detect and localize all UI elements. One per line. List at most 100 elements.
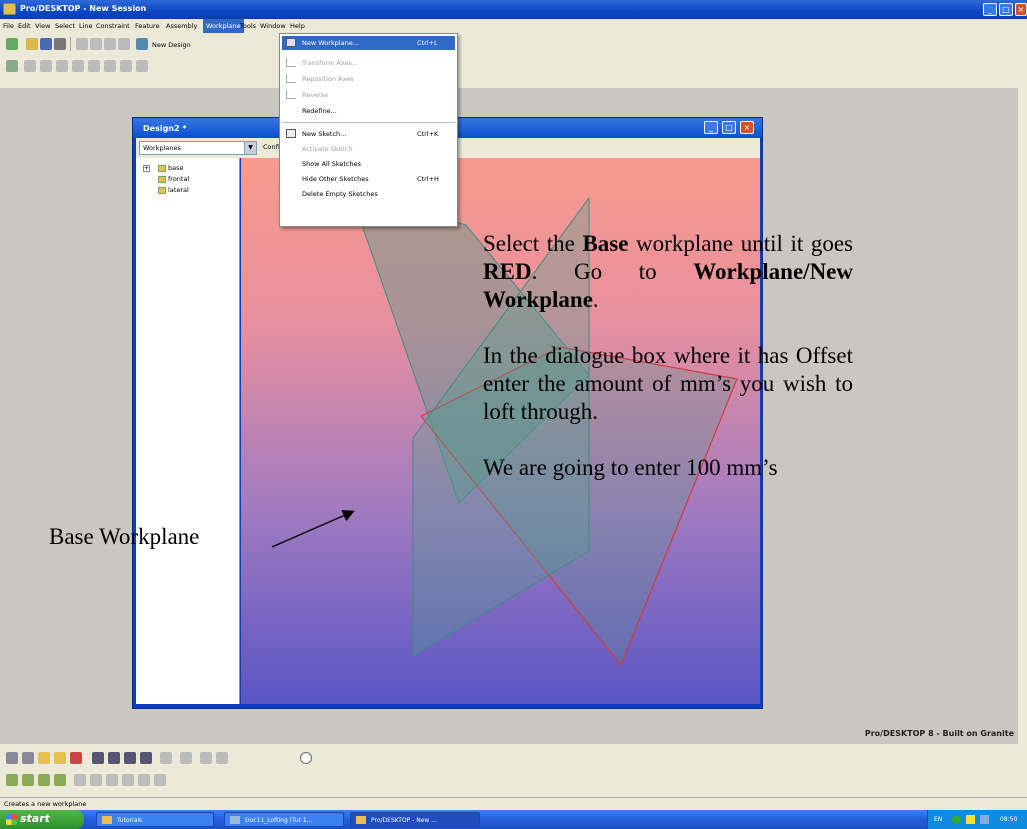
menu-item-redefine[interactable]: Redefine... [282, 104, 455, 118]
design-maximize-button[interactable]: □ [722, 121, 736, 134]
design-close-button[interactable]: × [740, 121, 754, 134]
save-icon[interactable] [40, 38, 52, 50]
pan-icon[interactable] [160, 752, 172, 764]
paste-icon[interactable] [104, 38, 116, 50]
revolve-icon[interactable] [22, 774, 34, 786]
reverse-icon [286, 90, 296, 99]
print-icon[interactable] [54, 38, 66, 50]
app-titlebar: Pro/DESKTOP - New Session _ □ × [0, 0, 1027, 19]
line-tool-icon[interactable] [24, 60, 36, 72]
menu-item-label: Reposition Axes [302, 75, 354, 83]
design-minimize-button[interactable]: _ [704, 121, 718, 134]
network-icon[interactable] [952, 815, 961, 824]
sweep-icon[interactable] [38, 774, 50, 786]
taskbar-item-tutorials[interactable]: Tutorials [96, 812, 214, 827]
menu-help[interactable]: Help [290, 22, 305, 30]
tree-item-frontal[interactable]: frontal [158, 175, 189, 183]
right-toolbar-strip [1018, 88, 1027, 744]
forward-icon[interactable] [216, 752, 228, 764]
menubar: File Edit View Select Line Constraint Fe… [0, 19, 1027, 33]
zoom-in-icon[interactable] [124, 752, 136, 764]
smiley-icon[interactable] [300, 752, 312, 764]
dimension-icon[interactable] [136, 60, 148, 72]
zoom-fit-icon[interactable] [108, 752, 120, 764]
constraint-icon[interactable] [40, 60, 52, 72]
feature-tool-icon[interactable] [154, 774, 166, 786]
menu-item-transform-axes[interactable]: Transform Axes... [282, 56, 455, 70]
zoom-out-icon[interactable] [140, 752, 152, 764]
menu-item-new-workplane[interactable]: New Workplane... Ctrl+L [282, 36, 455, 50]
browser-mode-select[interactable]: Workplanes ▼ [139, 141, 257, 155]
copy-icon[interactable] [90, 38, 102, 50]
tree-item-base[interactable]: base [158, 164, 184, 172]
menu-workplane[interactable]: Workplane [203, 19, 244, 33]
menu-assembly[interactable]: Assembly [166, 22, 197, 30]
delete-icon[interactable] [118, 38, 130, 50]
workplane-icon [158, 164, 166, 172]
maximize-button[interactable]: □ [999, 3, 1013, 16]
menu-item-delete-empty-sketches[interactable]: Delete Empty Sketches [282, 187, 455, 201]
cut-icon[interactable] [76, 38, 88, 50]
loft-icon[interactable] [54, 774, 66, 786]
language-indicator[interactable]: EN [934, 816, 942, 823]
circle-icon[interactable] [72, 60, 84, 72]
instruction-text-part: workplane until it goes [628, 231, 853, 256]
menu-edit[interactable]: Edit [18, 22, 31, 30]
feature-tool-icon[interactable] [106, 774, 118, 786]
feature-tool-icon[interactable] [74, 774, 86, 786]
taskbar-item-prodesktop[interactable]: Pro/DESKTOP - New ... [350, 812, 480, 827]
menu-file[interactable]: File [3, 22, 14, 30]
tray-app-icon[interactable] [966, 815, 975, 824]
back-icon[interactable] [200, 752, 212, 764]
expand-icon[interactable]: + [143, 165, 150, 172]
start-button[interactable]: start [0, 810, 84, 829]
menu-item-show-all-sketches[interactable]: Show All Sketches [282, 157, 455, 171]
instruction-emphasis: Base [582, 231, 629, 256]
feature-icon[interactable] [70, 752, 82, 764]
document-icon [230, 816, 240, 824]
offset-icon[interactable] [120, 60, 132, 72]
volume-icon[interactable] [980, 815, 989, 824]
menu-tools[interactable]: Tools [240, 22, 256, 30]
select-icon[interactable] [6, 60, 18, 72]
spline-icon[interactable] [88, 60, 100, 72]
menu-item-reposition-axes[interactable]: Reposition Axes [282, 72, 455, 86]
close-button[interactable]: × [1015, 3, 1027, 16]
workplane-icon [158, 175, 166, 183]
menu-view[interactable]: View [35, 22, 50, 30]
feature-tool-icon[interactable] [122, 774, 134, 786]
feature-tool-icon[interactable] [138, 774, 150, 786]
pencil-icon[interactable] [6, 38, 18, 50]
menu-item-reverse[interactable]: Reverse [282, 88, 455, 102]
menu-constraint[interactable]: Constraint [96, 22, 130, 30]
folder-icon [102, 816, 112, 824]
menu-item-activate-sketch[interactable]: Activate Sketch [282, 142, 455, 156]
menu-item-new-sketch[interactable]: New Sketch... Ctrl+K [282, 127, 455, 141]
workplane-tool-icon[interactable] [38, 752, 50, 764]
view-tool-icon[interactable] [6, 752, 18, 764]
feature-tool-icon[interactable] [90, 774, 102, 786]
workplane-tool-icon[interactable] [54, 752, 66, 764]
base-workplane-label: Base Workplane [49, 524, 200, 549]
minimize-button[interactable]: _ [983, 3, 997, 16]
workplane-icon [158, 186, 166, 194]
taskbar-item-document[interactable]: Doc11_Lofting (Tut 1... [224, 812, 344, 827]
trim-icon[interactable] [104, 60, 116, 72]
new-design-button[interactable]: New Design [152, 41, 191, 49]
view-tool-icon[interactable] [22, 752, 34, 764]
undo-icon[interactable] [136, 38, 148, 50]
menu-window[interactable]: Window [260, 22, 286, 30]
zoom-box-icon[interactable] [92, 752, 104, 764]
menu-feature[interactable]: Feature [135, 22, 160, 30]
rotate-icon[interactable] [180, 752, 192, 764]
statusbar: Creates a new workplane [0, 797, 1027, 810]
open-icon[interactable] [26, 38, 38, 50]
menu-item-hide-other-sketches[interactable]: Hide Other Sketches Ctrl+H [282, 172, 455, 186]
arc-icon[interactable] [56, 60, 68, 72]
menu-line[interactable]: Line [79, 22, 93, 30]
extrude-icon[interactable] [6, 774, 18, 786]
menu-select[interactable]: Select [55, 22, 75, 30]
tree-item-lateral[interactable]: lateral [158, 186, 189, 194]
chevron-down-icon[interactable]: ▼ [244, 142, 256, 154]
menu-item-label: New Sketch... [302, 130, 347, 138]
